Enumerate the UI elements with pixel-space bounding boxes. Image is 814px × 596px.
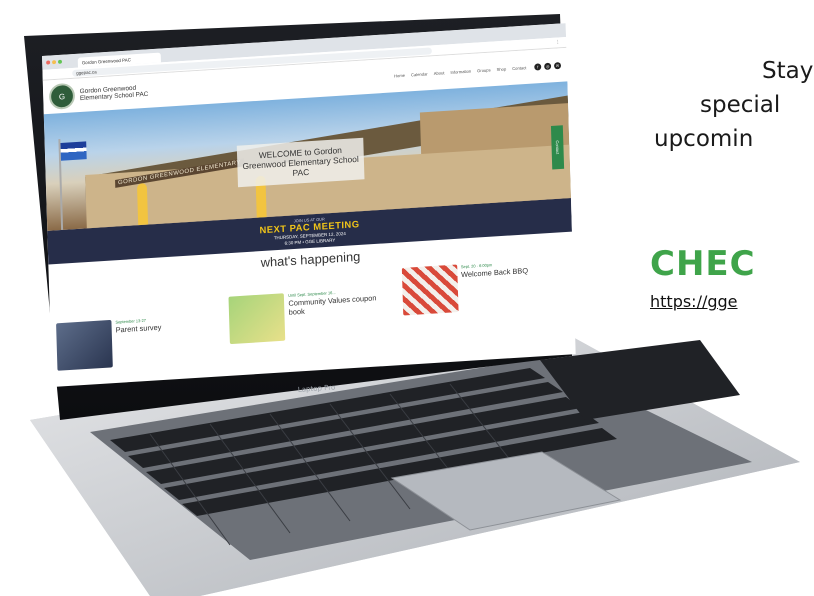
bc-flag-image xyxy=(60,141,87,161)
nav-calendar[interactable]: Calendar xyxy=(411,71,428,77)
menu-icon[interactable]: ⋮ xyxy=(555,39,560,45)
welcome-box: WELCOME to Gordon Greenwood Elementary S… xyxy=(236,137,365,188)
window-controls xyxy=(46,59,63,65)
pencil-sculpture xyxy=(136,183,149,226)
coupon-book-image xyxy=(228,293,286,345)
site-brand[interactable]: Gordon Greenwood Elementary School PAC xyxy=(80,83,159,103)
pac-logo[interactable]: G xyxy=(48,82,76,110)
event-card[interactable]: Sept. 20 · 6:00pm Welcome Back BBQ xyxy=(401,258,569,367)
survey-image xyxy=(56,319,113,371)
bbq-image xyxy=(401,264,459,316)
social-links: f ◎ ✉ xyxy=(534,61,562,71)
maximize-icon[interactable] xyxy=(57,59,63,64)
nav-shop[interactable]: Shop xyxy=(496,66,506,72)
close-icon[interactable] xyxy=(46,60,51,65)
main-nav: Home Calendar About Information Groups S… xyxy=(394,65,527,78)
event-card[interactable]: Until Sept. September 16... Community Va… xyxy=(228,286,397,377)
event-card[interactable]: September 13-27 Parent survey xyxy=(56,313,223,387)
side-contact-tab[interactable]: Contact xyxy=(550,125,565,170)
nav-about[interactable]: About xyxy=(434,70,445,76)
nav-information[interactable]: Information xyxy=(450,68,471,74)
nav-home[interactable]: Home xyxy=(394,72,405,78)
event-title[interactable]: Parent survey xyxy=(116,323,162,335)
event-title[interactable]: Welcome Back BBQ xyxy=(461,266,528,280)
nav-groups[interactable]: Groups xyxy=(477,67,491,73)
laptop-screen: Gordon Greenwood PAC ggepac.ca ⋮ G Gordo… xyxy=(42,23,576,387)
minimize-icon[interactable] xyxy=(52,60,57,65)
email-icon[interactable]: ✉ xyxy=(553,61,562,69)
nav-contact[interactable]: Contact xyxy=(512,65,526,71)
instagram-icon[interactable]: ◎ xyxy=(544,62,552,70)
facebook-icon[interactable]: f xyxy=(534,62,542,71)
